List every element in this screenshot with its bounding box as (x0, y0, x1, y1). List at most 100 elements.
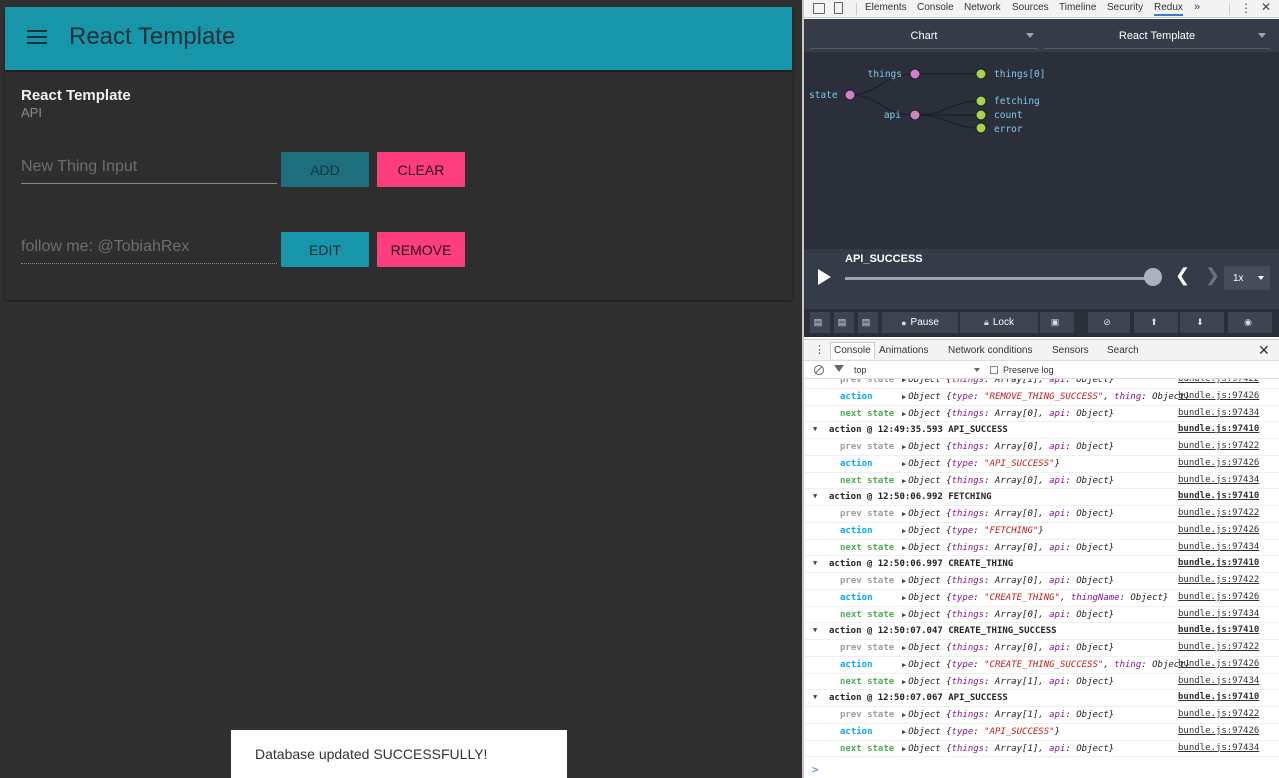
clear-button[interactable]: CLEAR (377, 152, 465, 187)
collapse-triangle-icon[interactable]: ▼ (813, 693, 817, 701)
more-tabs-icon[interactable]: » (1194, 1, 1200, 13)
clear-console-icon[interactable] (814, 365, 824, 375)
source-link[interactable]: bundle.js:97410 (1178, 625, 1259, 635)
source-link[interactable]: bundle.js:97426 (1178, 659, 1259, 669)
log-object[interactable]: ▶ Object {things: Array[0], api: Object} (902, 610, 1114, 620)
collapse-triangle-icon[interactable]: ▼ (813, 559, 817, 567)
log-group-title[interactable]: action @ 12:50:06.997 CREATE_THING (829, 559, 1013, 569)
expand-triangle-icon[interactable]: ▶ (902, 527, 906, 535)
source-link[interactable]: bundle.js:97434 (1178, 676, 1259, 686)
drawer-tab-search[interactable]: Search (1107, 345, 1139, 356)
collapse-triangle-icon[interactable]: ▼ (813, 492, 817, 500)
log-object[interactable]: ▶ Object {things: Array[0], api: Object} (902, 409, 1114, 419)
slider-track[interactable] (845, 277, 1153, 280)
source-link[interactable]: bundle.js:97434 (1178, 408, 1259, 418)
source-link[interactable]: bundle.js:97422 (1178, 709, 1259, 719)
log-object[interactable]: ▶ Object {type: "FETCHING"} (902, 526, 1044, 536)
expand-triangle-icon[interactable]: ▶ (902, 410, 906, 418)
kebab-menu-icon[interactable]: ⋮ (814, 343, 825, 356)
close-icon[interactable]: ✕ (1261, 0, 1271, 14)
drawer-tab-animations[interactable]: Animations (879, 345, 928, 356)
expand-triangle-icon[interactable]: ▶ (902, 379, 906, 384)
tab-sources[interactable]: Sources (1012, 2, 1049, 13)
log-group-title[interactable]: action @ 12:50:06.992 FETCHING (829, 492, 992, 502)
tab-console[interactable]: Console (917, 2, 954, 13)
log-object[interactable]: ▶ Object {type: "CREATE_THING_SUCCESS", t… (902, 660, 1190, 670)
expand-triangle-icon[interactable]: ▶ (902, 661, 906, 669)
source-link[interactable]: bundle.js:97422 (1178, 441, 1259, 451)
window-bottom-button[interactable]: ▤ (858, 312, 878, 333)
kebab-menu-icon[interactable]: ⋮ (1240, 1, 1252, 15)
source-link[interactable]: bundle.js:97426 (1178, 525, 1259, 535)
menu-icon[interactable] (27, 30, 47, 46)
log-group-title[interactable]: action @ 12:49:35.593 API_SUCCESS (829, 425, 1008, 435)
log-object[interactable]: ▶ Object {type: "API_SUCCESS"} (902, 459, 1060, 469)
tab-elements[interactable]: Elements (865, 2, 907, 13)
add-button[interactable]: ADD (281, 152, 369, 187)
source-link[interactable]: bundle.js:97422 (1178, 379, 1259, 384)
device-icon[interactable] (834, 2, 843, 14)
expand-triangle-icon[interactable]: ▶ (902, 594, 906, 602)
thing-field[interactable]: follow me: @TobiahRex (21, 232, 277, 264)
log-object[interactable]: ▶ Object {things: Array[0], api: Object} (902, 576, 1114, 586)
drawer-tab-network-conditions[interactable]: Network conditions (948, 345, 1032, 356)
slider-thumb[interactable] (1144, 268, 1162, 286)
log-object[interactable]: ▶ Object {type: "API_SUCCESS"} (902, 727, 1060, 737)
source-link[interactable]: bundle.js:97434 (1178, 475, 1259, 485)
expand-triangle-icon[interactable]: ▶ (902, 443, 906, 451)
window-right-button[interactable]: ▤ (834, 312, 854, 333)
expand-triangle-icon[interactable]: ▶ (902, 678, 906, 686)
remote-button[interactable]: ◉ (1228, 312, 1272, 333)
step-forward-icon[interactable]: ❯ (1205, 265, 1220, 286)
inspect-icon[interactable] (813, 3, 825, 14)
expand-triangle-icon[interactable]: ▶ (902, 510, 906, 518)
expand-triangle-icon[interactable]: ▶ (902, 745, 906, 753)
context-select[interactable]: top (854, 365, 980, 375)
window-left-button[interactable]: ▤ (810, 312, 830, 333)
source-link[interactable]: bundle.js:97410 (1178, 558, 1259, 568)
source-link[interactable]: bundle.js:97410 (1178, 692, 1259, 702)
log-object[interactable]: ▶ Object {things: Array[0], api: Object} (902, 643, 1114, 653)
log-object[interactable]: ▶ Object {things: Array[1], api: Object} (902, 710, 1114, 720)
monitor-select[interactable]: Chart (810, 23, 1038, 49)
step-back-icon[interactable]: ❮ (1175, 265, 1190, 286)
log-object[interactable]: ▶ Object {type: "CREATE_THING", thingName… (902, 593, 1168, 603)
console-prompt[interactable]: > (812, 763, 819, 776)
edit-button[interactable]: EDIT (281, 232, 369, 267)
log-object[interactable]: ▶ Object {things: Array[0], api: Object} (902, 442, 1114, 452)
log-object[interactable]: ▶ Object {things: Array[0], api: Object} (902, 509, 1114, 519)
export-button[interactable]: ⬇︎ (1180, 312, 1224, 333)
log-group-title[interactable]: action @ 12:50:07.067 API_SUCCESS (829, 693, 1008, 703)
play-icon[interactable] (818, 269, 831, 285)
tab-redux[interactable]: Redux (1154, 2, 1183, 16)
expand-triangle-icon[interactable]: ▶ (902, 611, 906, 619)
source-link[interactable]: bundle.js:97410 (1178, 491, 1259, 501)
log-object[interactable]: ▶ Object {things: Array[0], api: Object} (902, 476, 1114, 486)
collapse-triangle-icon[interactable]: ▼ (813, 626, 817, 634)
source-link[interactable]: bundle.js:97426 (1178, 458, 1259, 468)
source-link[interactable]: bundle.js:97426 (1178, 726, 1259, 736)
drawer-tab-console[interactable]: Console (830, 342, 875, 359)
expand-triangle-icon[interactable]: ▶ (902, 477, 906, 485)
preserve-log-checkbox[interactable] (990, 366, 998, 374)
record-button[interactable]: ▣ (1040, 312, 1074, 333)
console-log[interactable]: prev state ▶ Object {things: Array[1], api… (804, 379, 1279, 778)
new-thing-input[interactable]: New Thing Input (21, 152, 277, 184)
log-group-title[interactable]: action @ 12:50:07.047 CREATE_THING_SUCCE… (829, 626, 1057, 636)
log-object[interactable]: ▶ Object {things: Array[1], api: Object} (902, 744, 1114, 754)
pause-button[interactable]: ● Pause (882, 312, 958, 333)
log-object[interactable]: ▶ Object {things: Array[1], api: Object} (902, 677, 1114, 687)
collapse-triangle-icon[interactable]: ▼ (813, 425, 817, 433)
drawer-tab-sensors[interactable]: Sensors (1052, 345, 1089, 356)
log-object[interactable]: ▶ Object {things: Array[0], api: Object} (902, 543, 1114, 553)
tab-timeline[interactable]: Timeline (1059, 2, 1096, 13)
source-link[interactable]: bundle.js:97426 (1178, 391, 1259, 401)
dispatch-button[interactable]: ⬆︎ (1134, 312, 1178, 333)
close-icon[interactable]: ✕ (1258, 342, 1270, 359)
expand-triangle-icon[interactable]: ▶ (902, 711, 906, 719)
expand-triangle-icon[interactable]: ▶ (902, 544, 906, 552)
source-link[interactable]: bundle.js:97434 (1178, 542, 1259, 552)
source-link[interactable]: bundle.js:97422 (1178, 508, 1259, 518)
source-link[interactable]: bundle.js:97434 (1178, 609, 1259, 619)
persist-button[interactable]: ⊘ (1088, 312, 1130, 333)
